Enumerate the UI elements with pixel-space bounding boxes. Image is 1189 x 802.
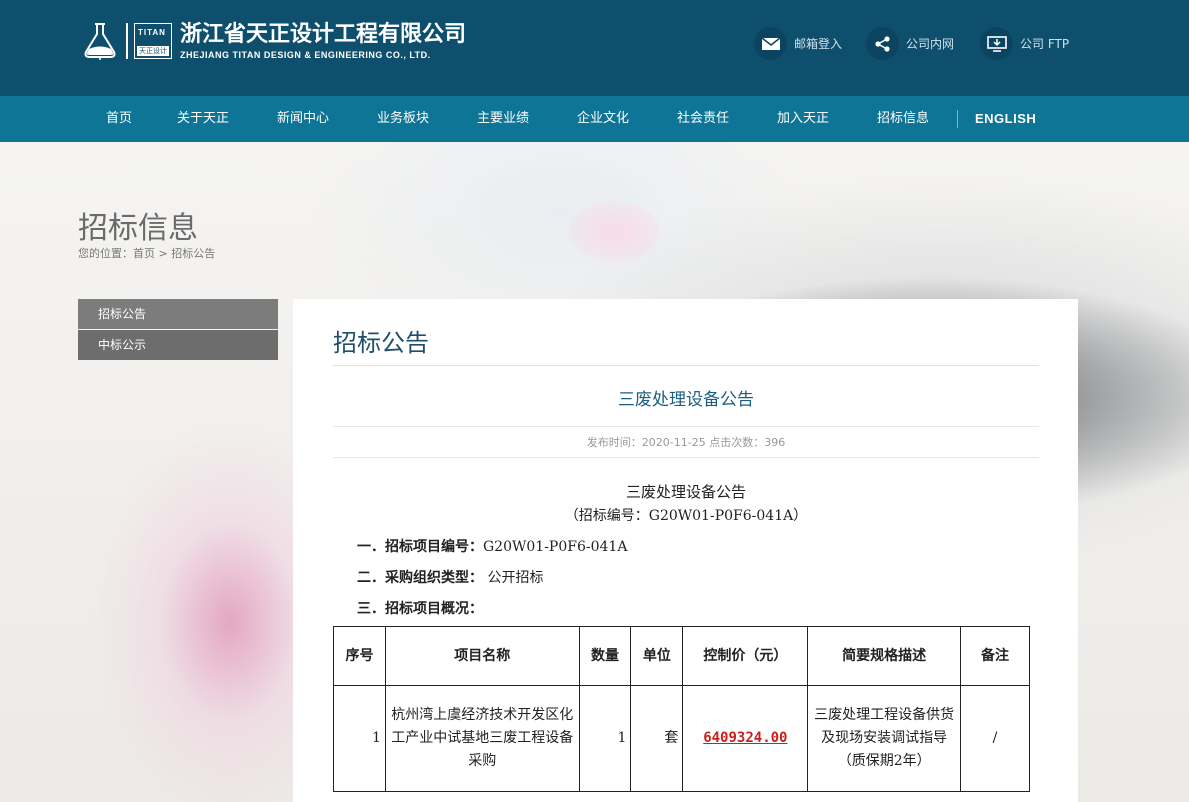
cell-remark: / bbox=[960, 685, 1030, 792]
company-name-cn: 浙江省天正设计工程有限公司 bbox=[180, 22, 467, 47]
titan-badge: TITAN 天正设计 bbox=[134, 23, 172, 59]
divider bbox=[333, 457, 1039, 458]
mail-login-link[interactable]: 邮箱登入 bbox=[754, 27, 842, 60]
table-row: 1 杭州湾上虞经济技术开发区化工产业中试基地三废工程设备采购 1 套 64093… bbox=[333, 685, 1030, 792]
breadcrumb-current[interactable]: 招标公告 bbox=[171, 247, 215, 260]
breadcrumb-home[interactable]: 首页 bbox=[133, 247, 155, 260]
intranet-label: 公司内网 bbox=[906, 37, 955, 51]
item-label: 一．招标项目编号： bbox=[357, 539, 483, 555]
sidebar: 招标公告 中标公示 bbox=[78, 299, 278, 361]
share-icon bbox=[866, 27, 900, 60]
th-quantity: 数量 bbox=[578, 626, 632, 686]
cell-control-price[interactable]: 6409324.00 bbox=[682, 685, 809, 792]
company-name-en: ZHEJIANG TITAN DESIGN & ENGINEERING CO.,… bbox=[180, 50, 431, 60]
th-unit: 单位 bbox=[630, 626, 684, 686]
th-project-name: 项目名称 bbox=[384, 626, 580, 686]
flask-logo-icon bbox=[84, 23, 116, 60]
sidebar-item-award-notice[interactable]: 中标公示 bbox=[78, 330, 278, 360]
cell-quantity: 1 bbox=[578, 685, 632, 792]
main-nav: 首页 关于天正 新闻中心 业务板块 主要业绩 企业文化 社会责任 加入天正 招标… bbox=[0, 96, 1189, 142]
breadcrumb-prefix: 您的位置： bbox=[78, 247, 133, 260]
titan-badge-cn: 天正设计 bbox=[137, 46, 169, 56]
article-title: 三废处理设备公告 bbox=[618, 390, 754, 410]
nav-achievements[interactable]: 主要业绩 bbox=[477, 96, 529, 142]
section-title: 招标公告 bbox=[333, 329, 429, 357]
nav-home[interactable]: 首页 bbox=[106, 96, 132, 142]
item-project-overview: 三．招标项目概况： bbox=[357, 598, 483, 618]
mail-icon bbox=[754, 27, 787, 60]
company-logo[interactable]: TITAN 天正设计 浙江省天正设计工程有限公司 ZHEJIANG TITAN … bbox=[82, 22, 466, 60]
banner-decoration bbox=[570, 202, 660, 262]
item-label: 三．招标项目概况： bbox=[357, 601, 483, 617]
site-header: TITAN 天正设计 浙江省天正设计工程有限公司 ZHEJIANG TITAN … bbox=[0, 0, 1189, 96]
intranet-link[interactable]: 公司内网 bbox=[866, 27, 954, 60]
breadcrumb: 您的位置：首页 > 招标公告 bbox=[78, 245, 215, 261]
breadcrumb-sep: > bbox=[155, 247, 172, 260]
article-meta: 发布时间：2020-11-25 点击次数：396 bbox=[586, 436, 786, 449]
logo-divider bbox=[126, 23, 128, 59]
header-tools: 邮箱登入 公司内网 公司 FTP bbox=[754, 27, 1095, 60]
table-header-row: 序号 项目名称 数量 单位 控制价（元） 简要规格描述 备注 bbox=[333, 626, 1030, 686]
item-project-code: 一．招标项目编号：G20W01-P0F6-041A bbox=[357, 536, 627, 556]
cell-project-name: 杭州湾上虞经济技术开发区化工产业中试基地三废工程设备采购 bbox=[384, 685, 580, 792]
cell-serial: 1 bbox=[333, 685, 386, 792]
divider bbox=[333, 426, 1039, 427]
item-value: 公开招标 bbox=[483, 570, 544, 586]
nav-divider bbox=[957, 110, 958, 128]
th-spec: 简要规格描述 bbox=[807, 626, 962, 686]
nav-english[interactable]: ENGLISH bbox=[975, 96, 1036, 142]
ftp-link[interactable]: 公司 FTP bbox=[980, 27, 1069, 60]
divider bbox=[333, 365, 1039, 366]
nav-join[interactable]: 加入天正 bbox=[777, 96, 829, 142]
bid-table: 序号 项目名称 数量 单位 控制价（元） 简要规格描述 备注 1 杭州湾上虞经济… bbox=[333, 626, 1030, 792]
ftp-label: 公司 FTP bbox=[1020, 37, 1070, 51]
document-code: （招标编号：G20W01-P0F6-041A） bbox=[564, 508, 808, 524]
nav-culture[interactable]: 企业文化 bbox=[577, 96, 629, 142]
nav-news[interactable]: 新闻中心 bbox=[277, 96, 329, 142]
item-label: 二．采购组织类型： bbox=[357, 570, 483, 586]
ftp-monitor-icon bbox=[980, 27, 1014, 60]
titan-badge-text: TITAN bbox=[138, 28, 166, 37]
cell-unit: 套 bbox=[630, 685, 684, 792]
nav-bidding[interactable]: 招标信息 bbox=[877, 96, 929, 142]
cell-spec: 三废处理工程设备供货及现场安装调试指导（质保期2年） bbox=[807, 685, 962, 792]
sidebar-item-bid-notice[interactable]: 招标公告 bbox=[78, 299, 278, 329]
nav-responsibility[interactable]: 社会责任 bbox=[677, 96, 729, 142]
mail-login-label: 邮箱登入 bbox=[794, 37, 843, 51]
content-panel: 招标公告 三废处理设备公告 发布时间：2020-11-25 点击次数：396 三… bbox=[293, 299, 1078, 802]
document-title: 三废处理设备公告 bbox=[625, 483, 746, 501]
page-title: 招标信息 bbox=[78, 211, 198, 246]
nav-about[interactable]: 关于天正 bbox=[177, 96, 229, 142]
item-value: G20W01-P0F6-041A bbox=[483, 539, 628, 555]
nav-business[interactable]: 业务板块 bbox=[377, 96, 429, 142]
th-remark: 备注 bbox=[960, 626, 1030, 686]
th-serial: 序号 bbox=[333, 626, 386, 686]
th-control-price: 控制价（元） bbox=[682, 626, 809, 686]
item-procurement-type: 二．采购组织类型： 公开招标 bbox=[357, 567, 543, 587]
